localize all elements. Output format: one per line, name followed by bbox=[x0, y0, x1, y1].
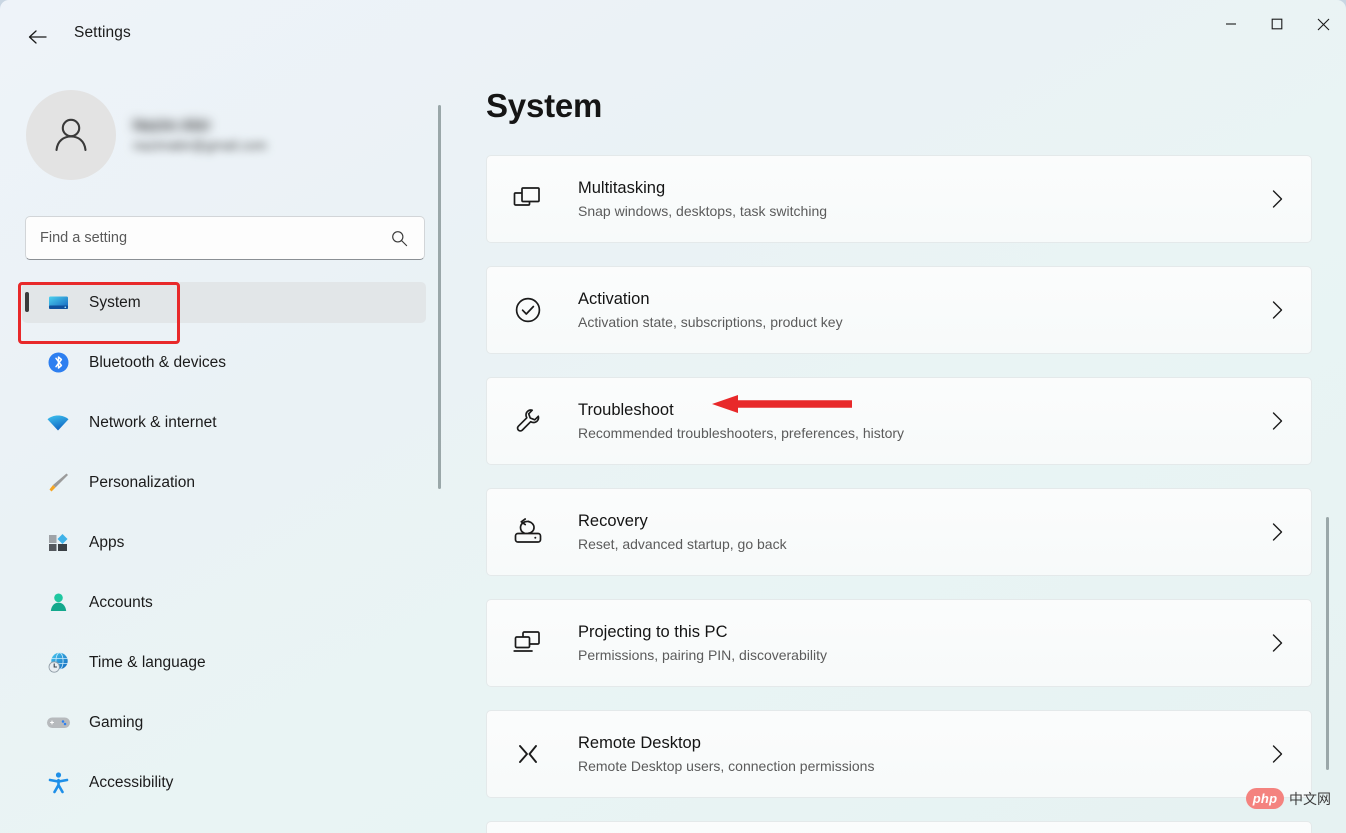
card-text: Troubleshoot Recommended troubleshooters… bbox=[578, 401, 904, 441]
card-title: Remote Desktop bbox=[578, 734, 701, 752]
projecting-icon bbox=[509, 629, 547, 657]
card-next-partial[interactable] bbox=[486, 821, 1312, 833]
paintbrush-icon bbox=[43, 471, 73, 494]
card-subtitle: Permissions, pairing PIN, discoverabilit… bbox=[578, 647, 827, 663]
card-title: Recovery bbox=[578, 512, 648, 530]
clock-globe-icon bbox=[43, 651, 73, 674]
account-name: Nazim Abir bbox=[133, 117, 211, 134]
card-title: Multitasking bbox=[578, 179, 666, 197]
settings-window: Settings Nazim Abir nazimabir@gmail.com … bbox=[0, 0, 1346, 833]
selection-indicator bbox=[25, 292, 29, 312]
arrow-left-icon bbox=[28, 30, 47, 44]
card-projecting-to-this-pc[interactable]: Projecting to this PC Permissions, pairi… bbox=[486, 599, 1312, 687]
account-tile[interactable]: Nazim Abir nazimabir@gmail.com bbox=[26, 90, 267, 180]
sidebar-item-apps[interactable]: Apps bbox=[22, 522, 426, 563]
multitasking-icon bbox=[509, 185, 547, 213]
card-text: Remote Desktop Remote Desktop users, con… bbox=[578, 734, 874, 774]
accounts-icon bbox=[43, 591, 73, 614]
card-title: Projecting to this PC bbox=[578, 623, 728, 641]
sidebar-item-label: Accessibility bbox=[89, 773, 174, 791]
apps-icon bbox=[43, 531, 73, 554]
avatar bbox=[26, 90, 116, 180]
recovery-icon bbox=[509, 518, 547, 546]
maximize-icon bbox=[1271, 18, 1283, 30]
wrench-icon bbox=[509, 407, 547, 436]
card-text: Activation Activation state, subscriptio… bbox=[578, 290, 843, 330]
card-remote-desktop[interactable]: Remote Desktop Remote Desktop users, con… bbox=[486, 710, 1312, 798]
sidebar-item-time-language[interactable]: Time & language bbox=[22, 642, 426, 683]
card-text: Projecting to this PC Permissions, pairi… bbox=[578, 623, 827, 663]
card-subtitle: Remote Desktop users, connection permiss… bbox=[578, 758, 875, 774]
sidebar-scrollbar-thumb[interactable] bbox=[438, 105, 441, 489]
card-subtitle: Reset, advanced startup, go back bbox=[578, 536, 787, 552]
remote-desktop-icon bbox=[509, 740, 547, 768]
card-recovery[interactable]: Recovery Reset, advanced startup, go bac… bbox=[486, 488, 1312, 576]
card-subtitle: Activation state, subscriptions, product… bbox=[578, 314, 843, 330]
sidebar-item-bluetooth-devices[interactable]: Bluetooth & devices bbox=[22, 342, 426, 383]
card-troubleshoot[interactable]: Troubleshoot Recommended troubleshooters… bbox=[486, 377, 1312, 465]
sidebar-item-network-internet[interactable]: Network & internet bbox=[22, 402, 426, 443]
search-icon bbox=[391, 230, 424, 247]
card-subtitle: Snap windows, desktops, task switching bbox=[578, 203, 828, 219]
back-button[interactable] bbox=[18, 18, 56, 56]
close-icon bbox=[1317, 18, 1329, 30]
search-box[interactable] bbox=[25, 216, 425, 260]
chevron-right-icon bbox=[1272, 523, 1283, 541]
card-subtitle: Recommended troubleshooters, preferences… bbox=[578, 425, 905, 441]
chevron-right-icon bbox=[1272, 190, 1283, 208]
chevron-right-icon bbox=[1272, 412, 1283, 430]
gamepad-icon bbox=[43, 713, 73, 732]
window-title: Settings bbox=[74, 24, 131, 41]
sidebar-item-accessibility[interactable]: Accessibility bbox=[22, 762, 426, 803]
title-bar: Settings bbox=[0, 0, 1346, 72]
card-text: Multitasking Snap windows, desktops, tas… bbox=[578, 179, 827, 219]
main-scrollbar-thumb[interactable] bbox=[1326, 517, 1329, 770]
sidebar-item-label: Time & language bbox=[89, 653, 206, 671]
close-button[interactable] bbox=[1300, 0, 1346, 48]
main-content: System Multitasking Snap windows, deskto… bbox=[452, 72, 1346, 833]
minimize-button[interactable] bbox=[1208, 0, 1254, 48]
card-activation[interactable]: Activation Activation state, subscriptio… bbox=[486, 266, 1312, 354]
sidebar-item-label: Bluetooth & devices bbox=[89, 353, 227, 371]
account-info: Nazim Abir nazimabir@gmail.com bbox=[133, 117, 267, 153]
card-title: Activation bbox=[578, 290, 650, 308]
sidebar-item-label: Network & internet bbox=[89, 413, 217, 431]
sidebar-item-label: System bbox=[89, 293, 141, 311]
sidebar-item-label: Gaming bbox=[89, 713, 144, 731]
maximize-button[interactable] bbox=[1254, 0, 1300, 48]
sidebar-item-personalization[interactable]: Personalization bbox=[22, 462, 426, 503]
search-input[interactable] bbox=[26, 230, 391, 246]
monitor-icon bbox=[43, 291, 73, 314]
chevron-right-icon bbox=[1272, 301, 1283, 319]
sidebar-item-label: Accounts bbox=[89, 593, 153, 611]
chevron-right-icon bbox=[1272, 634, 1283, 652]
settings-card-list: Multitasking Snap windows, desktops, tas… bbox=[452, 155, 1346, 833]
watermark-badge: php bbox=[1246, 788, 1284, 809]
minimize-icon bbox=[1226, 23, 1236, 25]
sidebar-item-system[interactable]: System bbox=[22, 282, 426, 323]
sidebar-item-label: Personalization bbox=[89, 473, 195, 491]
sidebar: Nazim Abir nazimabir@gmail.com Find a se… bbox=[0, 72, 452, 833]
watermark: php 中文网 bbox=[1246, 788, 1331, 809]
person-icon bbox=[55, 118, 87, 152]
card-multitasking[interactable]: Multitasking Snap windows, desktops, tas… bbox=[486, 155, 1312, 243]
chevron-right-icon bbox=[1272, 745, 1283, 763]
card-title: Troubleshoot bbox=[578, 401, 674, 419]
sidebar-item-label: Apps bbox=[89, 533, 125, 551]
accessibility-icon bbox=[43, 771, 73, 794]
wifi-icon bbox=[43, 413, 73, 433]
page-title: System bbox=[486, 87, 603, 124]
window-controls bbox=[1208, 0, 1346, 48]
check-circle-icon bbox=[509, 296, 547, 324]
card-text: Recovery Reset, advanced startup, go bac… bbox=[578, 512, 787, 552]
bluetooth-icon bbox=[43, 351, 73, 374]
watermark-text: 中文网 bbox=[1289, 790, 1331, 807]
sidebar-item-gaming[interactable]: Gaming bbox=[22, 702, 426, 743]
account-email: nazimabir@gmail.com bbox=[133, 138, 267, 153]
sidebar-item-accounts[interactable]: Accounts bbox=[22, 582, 426, 623]
sidebar-nav: System Bluetooth & devices Network & int… bbox=[0, 282, 452, 833]
